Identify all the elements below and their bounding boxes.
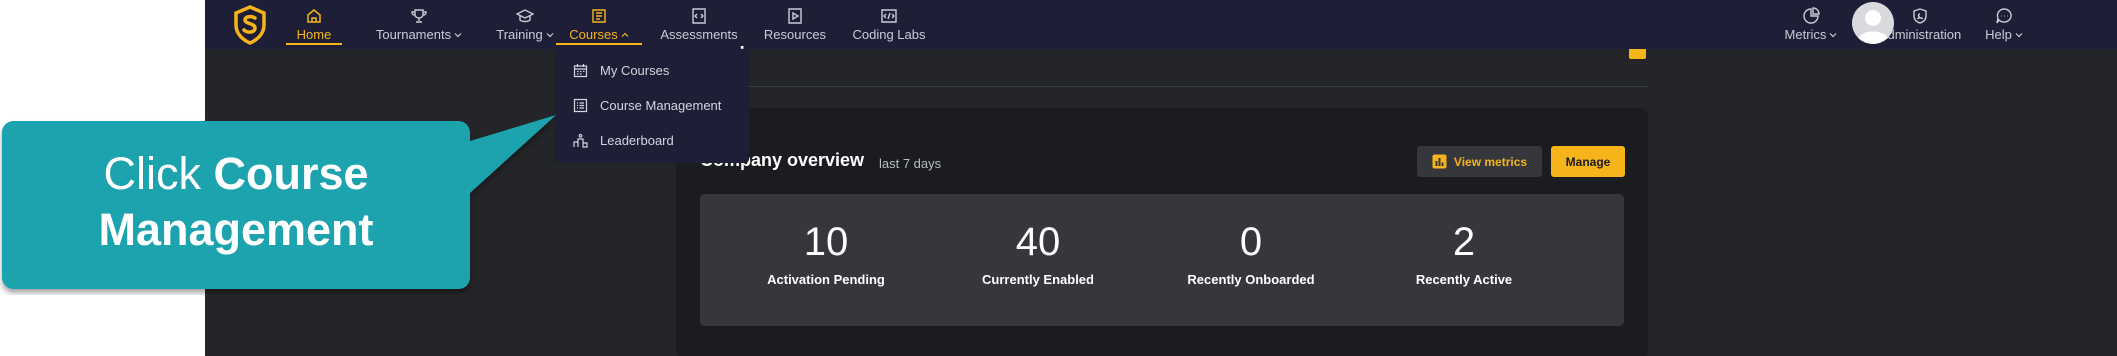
chevron-up-icon (621, 32, 629, 37)
logo-icon[interactable] (233, 5, 267, 45)
nav-home[interactable]: Home (286, 0, 342, 47)
callout-prefix: Click (103, 148, 214, 199)
stat-currently-enabled: 40 Currently Enabled (928, 218, 1148, 287)
menu-item-leaderboard[interactable]: Leaderboard (573, 128, 674, 152)
stat-value: 0 (1239, 220, 1263, 264)
nav-courses[interactable]: Courses (556, 0, 642, 47)
trophy-icon (411, 9, 427, 23)
nav-coding-labs-label: Coding Labs (852, 27, 926, 42)
avatar[interactable] (1852, 2, 1894, 44)
nav-metrics[interactable]: Metrics (1779, 0, 1843, 47)
stat-value: 40 (1015, 220, 1061, 264)
chart-icon (1803, 7, 1820, 24)
nav-coding-labs[interactable]: Coding Labs (841, 0, 937, 47)
nav-assessments-label: Assessments (660, 27, 738, 42)
view-metrics-button[interactable]: View metrics (1417, 146, 1542, 177)
stat-label: Recently Onboarded (1187, 272, 1315, 287)
chevron-down-icon (1830, 32, 1837, 37)
video-file-icon (788, 8, 802, 24)
lab-icon (881, 9, 897, 23)
bar-chart-icon (1432, 154, 1447, 169)
menu-item-label: Course Management (600, 97, 722, 113)
shield-icon (1913, 8, 1927, 24)
chevron-down-icon (546, 32, 554, 37)
nav-courses-label: Courses (569, 27, 618, 42)
view-metrics-label: View metrics (1453, 154, 1528, 169)
code-doc-icon (692, 8, 706, 24)
stat-value: 2 (1452, 220, 1476, 264)
chevron-down-icon (2015, 32, 2023, 37)
nav-tournaments-label: Tournaments (375, 27, 452, 42)
stat-value: 10 (803, 220, 849, 264)
nav-tournaments[interactable]: Tournaments (359, 0, 479, 47)
chat-icon (1996, 8, 2012, 24)
nav-help-label: Help (1985, 27, 2012, 42)
nav-metrics-label: Metrics (1784, 27, 1827, 42)
list-icon (573, 98, 588, 112)
menu-item-label: Leaderboard (600, 132, 674, 148)
manage-label: Manage (1565, 154, 1611, 169)
calendar-icon (573, 63, 588, 77)
nav-resources[interactable]: Resources (755, 0, 835, 47)
divider (695, 86, 1648, 87)
nav-resources-label: Resources (763, 27, 827, 42)
overview-subtitle: last 7 days (879, 156, 942, 171)
courses-dropdown-menu: My Courses Course Management Leaderboard (555, 49, 749, 163)
stats-panel: 10 Activation Pending 40 Currently Enabl… (700, 194, 1624, 326)
nav-home-label: Home (296, 27, 332, 42)
nav-help[interactable]: Help (1977, 0, 2031, 47)
stat-label: Currently Enabled (982, 272, 1094, 287)
chevron-down-icon (454, 32, 462, 37)
stat-activation-pending: 10 Activation Pending (716, 218, 936, 287)
stat-label: Recently Active (1415, 272, 1513, 287)
podium-icon (573, 133, 588, 148)
nav-training-label: Training (496, 27, 543, 42)
stat-recently-active: 2 Recently Active (1354, 218, 1574, 287)
stat-recently-onboarded: 0 Recently Onboarded (1141, 218, 1361, 287)
home-icon (307, 9, 321, 23)
top-navigation: Home Tournaments Training Courses Assess… (205, 0, 2117, 49)
stat-label: Activation Pending (767, 272, 885, 287)
menu-item-my-courses[interactable]: My Courses (573, 58, 669, 82)
active-underline (556, 43, 642, 45)
manage-button[interactable]: Manage (1551, 146, 1625, 177)
menu-item-label: My Courses (600, 62, 670, 78)
active-underline (286, 43, 342, 45)
graduation-cap-icon (516, 9, 534, 23)
nav-assessments[interactable]: Assessments (651, 0, 747, 47)
callout-text: Click Course Management (4, 146, 468, 258)
header-badge (1629, 49, 1646, 59)
user-icon (1852, 2, 1894, 44)
book-icon (592, 9, 606, 23)
menu-item-course-management[interactable]: Course Management (573, 93, 721, 117)
